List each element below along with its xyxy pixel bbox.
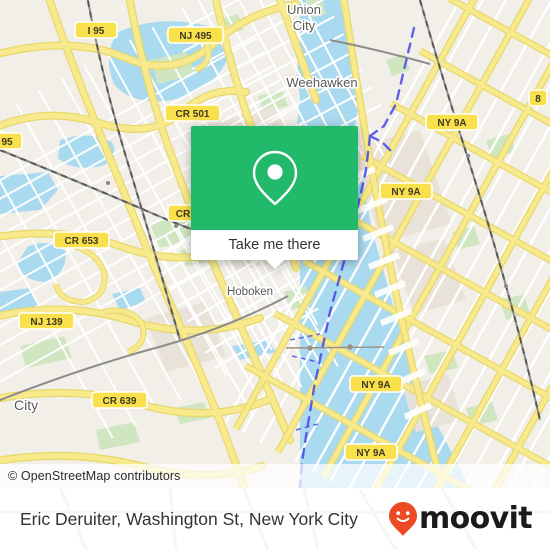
shield-ny-9a-2: NY 9A bbox=[379, 182, 433, 200]
moovit-pin-icon bbox=[388, 502, 417, 536]
shield-cr-501: CR 501 bbox=[164, 104, 221, 122]
location-popup-card[interactable]: Take me there bbox=[191, 126, 358, 269]
location-title: Eric Deruiter, Washington St, New York C… bbox=[20, 508, 358, 529]
map-label-union-city-2: City bbox=[293, 18, 316, 33]
shield-ny-9a-4: NY 9A bbox=[344, 443, 398, 461]
shield-ny-9a-1: NY 9A bbox=[425, 113, 479, 131]
attribution-text: © OpenStreetMap contributors bbox=[8, 469, 181, 483]
shield-cr-653: CR 653 bbox=[53, 231, 110, 249]
svg-text:CR: CR bbox=[176, 209, 191, 220]
map-label-weehawken: Weehawken bbox=[286, 75, 357, 90]
shield-95-left: 95 bbox=[0, 132, 23, 150]
svg-text:NY 9A: NY 9A bbox=[356, 448, 385, 459]
svg-text:NY 9A: NY 9A bbox=[391, 187, 420, 198]
shield-i-95: I 95 bbox=[74, 21, 118, 39]
take-me-there-button[interactable]: Take me there bbox=[191, 230, 358, 260]
footer-bar: Eric Deruiter, Washington St, New York C… bbox=[0, 488, 550, 550]
svg-text:NJ 495: NJ 495 bbox=[179, 31, 212, 42]
svg-text:CR 639: CR 639 bbox=[103, 396, 137, 407]
shield-nj-139: NJ 139 bbox=[18, 312, 75, 330]
shield-ny-9a-3: NY 9A bbox=[349, 375, 403, 393]
map-screenshot-page: Union City Weehawken Hoboken City I 95 N… bbox=[0, 0, 550, 550]
svg-text:NY 9A: NY 9A bbox=[437, 118, 466, 129]
svg-text:NY 9A: NY 9A bbox=[361, 380, 390, 391]
moovit-logo[interactable]: moovit bbox=[388, 501, 533, 537]
map-label-jersey-city: City bbox=[14, 397, 38, 413]
svg-text:I 95: I 95 bbox=[88, 26, 105, 37]
svg-text:NJ 139: NJ 139 bbox=[30, 317, 63, 328]
shield-cr-639: CR 639 bbox=[91, 391, 148, 409]
map-pin-icon bbox=[252, 150, 297, 206]
svg-text:95: 95 bbox=[1, 137, 13, 148]
svg-text:CR 653: CR 653 bbox=[65, 236, 99, 247]
map-attribution: © OpenStreetMap contributors bbox=[0, 464, 550, 488]
map-label-hoboken: Hoboken bbox=[227, 286, 273, 298]
shield-nj-495: NJ 495 bbox=[167, 26, 224, 44]
popup-header bbox=[191, 126, 358, 230]
popup-pointer bbox=[265, 260, 284, 269]
svg-text:CR 501: CR 501 bbox=[176, 109, 210, 120]
map-label-union-city: Union bbox=[287, 2, 321, 17]
shield-8: 8 bbox=[528, 89, 548, 107]
take-me-there-label: Take me there bbox=[228, 237, 321, 253]
moovit-wordmark: moovit bbox=[418, 501, 533, 536]
svg-text:8: 8 bbox=[535, 94, 541, 105]
